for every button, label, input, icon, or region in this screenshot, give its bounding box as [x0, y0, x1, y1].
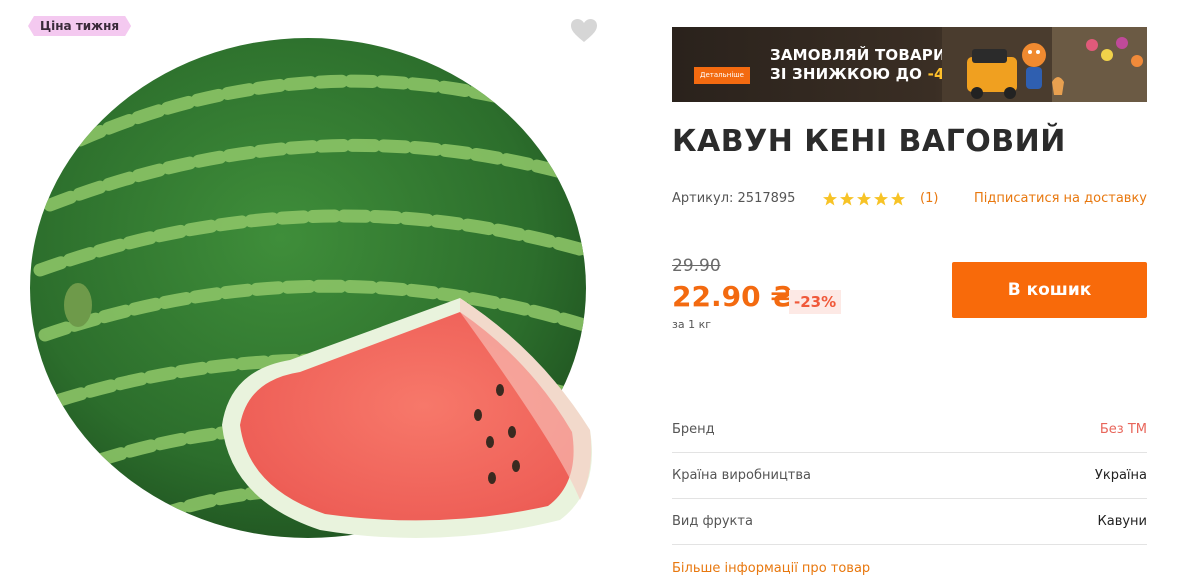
current-price: 22.90 ₴ — [672, 280, 795, 313]
price-unit: за 1 кг — [672, 318, 712, 331]
promo-line2-prefix: ЗІ ЗНИЖКОЮ ДО — [770, 65, 928, 83]
subscribe-delivery-link[interactable]: Підписатися на доставку — [974, 191, 1147, 206]
promo-banner[interactable]: Детальніше ЗАМОВЛЯЙ ТОВАРИ ЗІ ЗНИЖКОЮ ДО… — [672, 27, 1147, 102]
promo-line1: ЗАМОВЛЯЙ ТОВАРИ — [770, 46, 946, 64]
promo-text: ЗАМОВЛЯЙ ТОВАРИ ЗІ ЗНИЖКОЮ ДО -40% — [770, 46, 971, 84]
promo-line2: ЗІ ЗНИЖКОЮ ДО -40% — [770, 65, 971, 84]
promo-illustration — [942, 27, 1147, 102]
promo-details-button[interactable]: Детальніше — [694, 67, 750, 84]
rating-stars[interactable] — [822, 191, 906, 207]
star-icon — [840, 192, 854, 206]
spec-value: Кавуни — [1097, 514, 1148, 529]
spec-row-brand: Бренд Без ТМ — [672, 407, 1147, 453]
spec-row-country: Країна виробництва Україна — [672, 453, 1147, 499]
more-info-link[interactable]: Більше інформації про товар — [672, 561, 870, 576]
spec-key: Бренд — [672, 422, 715, 437]
star-icon — [891, 192, 905, 206]
rating-count[interactable]: (1) — [920, 191, 938, 206]
discount-badge: -23% — [789, 290, 842, 314]
spec-key: Країна виробництва — [672, 468, 811, 483]
star-icon — [857, 192, 871, 206]
spec-value: Україна — [1094, 468, 1147, 483]
product-title: КАВУН КЕНІ ВАГОВИЙ — [672, 124, 1066, 159]
brand-link[interactable]: Без ТМ — [1100, 422, 1147, 437]
old-price: 29.90 — [672, 256, 721, 276]
spec-row-fruit-type: Вид фрукта Кавуни — [672, 499, 1147, 545]
add-to-cart-button[interactable]: В кошик — [952, 262, 1147, 318]
star-icon — [823, 192, 837, 206]
product-gallery: Ціна тижня — [0, 0, 620, 584]
watermelon-image — [30, 38, 592, 538]
spec-key: Вид фрукта — [672, 514, 753, 529]
star-icon — [874, 192, 888, 206]
product-sku: Артикул: 2517895 — [672, 191, 796, 206]
specs-table: Бренд Без ТМ Країна виробництва Україна … — [672, 407, 1147, 545]
